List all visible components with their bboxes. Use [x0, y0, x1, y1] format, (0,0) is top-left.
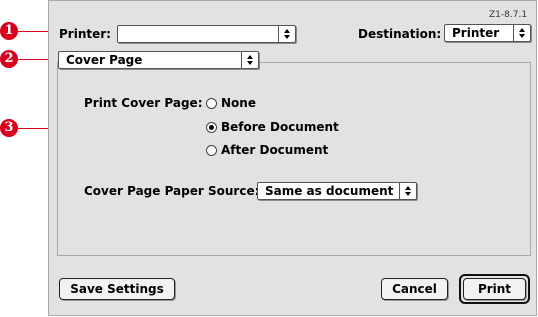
radio-none[interactable]: [206, 98, 217, 109]
callout-2: 2: [0, 50, 18, 68]
paper-source-label: Cover Page Paper Source:: [84, 184, 260, 198]
print-button[interactable]: Print: [463, 278, 526, 300]
cover-page-group: [57, 62, 531, 256]
destination-value: Printer: [452, 26, 500, 40]
paper-source-popup[interactable]: Same as document: [257, 182, 417, 200]
destination-label: Destination:: [358, 27, 442, 41]
popup-arrows-icon: [399, 183, 416, 199]
cancel-button[interactable]: Cancel: [381, 278, 448, 300]
print-cover-page-label: Print Cover Page:: [84, 96, 203, 110]
radio-after-document-label[interactable]: After Document: [221, 143, 328, 157]
panel-menu-popup[interactable]: Cover Page: [58, 51, 259, 69]
panel-menu-value: Cover Page: [66, 53, 143, 67]
radio-before-document-label[interactable]: Before Document: [221, 120, 339, 134]
printer-label: Printer:: [59, 27, 111, 41]
version-label: Z1-8.7.1: [489, 10, 528, 20]
radio-before-document[interactable]: [206, 122, 217, 133]
paper-source-value: Same as document: [265, 184, 394, 198]
callout-3: 3: [0, 119, 18, 137]
popup-arrows-icon: [278, 26, 295, 42]
radio-selected-dot: [209, 125, 214, 130]
callout-1: 1: [0, 22, 18, 40]
popup-arrows-icon: [513, 25, 530, 41]
printer-popup[interactable]: [117, 25, 296, 43]
save-settings-button[interactable]: Save Settings: [59, 278, 175, 300]
radio-none-label[interactable]: None: [221, 96, 256, 110]
radio-after-document[interactable]: [206, 145, 217, 156]
popup-arrows-icon: [241, 52, 258, 68]
destination-popup[interactable]: Printer: [444, 24, 531, 42]
